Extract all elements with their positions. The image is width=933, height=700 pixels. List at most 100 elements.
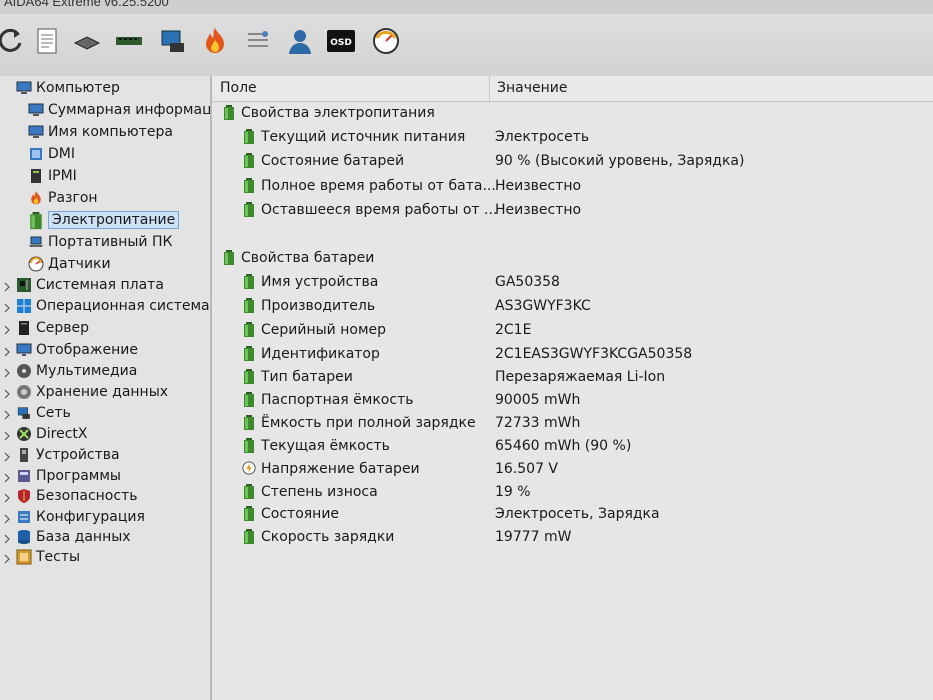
toolbar-user-button[interactable]: [283, 26, 317, 60]
row-field-label: Идентификатор: [261, 346, 380, 362]
row-value: Электросеть, Зарядка: [495, 506, 660, 522]
expand-icon[interactable]: [2, 345, 12, 357]
computer-icon: [28, 124, 44, 140]
server-icon: [16, 320, 32, 336]
table-row[interactable]: Состояние Электросеть, Зарядка: [212, 506, 933, 528]
toolbar-refresh-button[interactable]: [0, 26, 28, 60]
tree-item[interactable]: Безопасность: [2, 486, 137, 506]
tree-item[interactable]: Операционная система: [2, 296, 210, 316]
toolbar-checklist-button[interactable]: [241, 26, 275, 60]
row-value: AS3GWYF3KC: [495, 298, 591, 314]
tree-item[interactable]: База данных: [2, 527, 131, 547]
toolbar-cpu-chip-button[interactable]: [70, 26, 104, 60]
expand-icon[interactable]: [2, 552, 12, 564]
expand-icon[interactable]: [2, 366, 12, 378]
navigation-tree[interactable]: Компьютер Суммарная информац Имя компьютер…: [0, 76, 212, 700]
expand-icon[interactable]: [2, 280, 12, 292]
toolbar-osd-button[interactable]: OSD: [324, 26, 358, 60]
table-row[interactable]: Оставшееся время работы от ... Неизвестно: [212, 202, 933, 224]
tree-item-label: Портативный ПК: [48, 234, 173, 250]
expand-icon[interactable]: [2, 301, 12, 313]
tree-item[interactable]: Суммарная информац: [28, 100, 210, 120]
table-row[interactable]: Тип батареи Перезаряжаемая Li-Ion: [212, 369, 933, 391]
tree-item[interactable]: Системная плата: [2, 275, 164, 295]
row-value: 19777 mW: [495, 529, 572, 545]
table-row[interactable]: Состояние батарей 90 % (Высокий уровень, …: [212, 153, 933, 175]
tree-item-label: Имя компьютера: [48, 124, 173, 140]
tree-item[interactable]: Электропитание: [28, 210, 180, 230]
expand-icon[interactable]: [2, 323, 12, 335]
battery-icon: [242, 202, 256, 218]
expand-icon[interactable]: [2, 471, 12, 483]
row-value: Перезаряжаемая Li-Ion: [495, 369, 666, 385]
tree-item-label: Безопасность: [36, 488, 138, 504]
row-field-label: Текущий источник питания: [261, 129, 466, 145]
battery-icon: [222, 105, 236, 121]
table-row[interactable]: Паспортная ёмкость 90005 mWh: [212, 392, 933, 414]
toolbar-memory-button[interactable]: [112, 26, 146, 60]
row-field-label: Степень износа: [261, 484, 378, 500]
row-field-label: Паспортная ёмкость: [261, 392, 414, 408]
table-row[interactable]: Ёмкость при полной зарядке 72733 mWh: [212, 415, 933, 437]
battery-icon: [242, 322, 256, 338]
expand-icon[interactable]: [2, 429, 12, 441]
tree-item[interactable]: Отображение: [2, 340, 138, 360]
tree-item[interactable]: Компьютер: [2, 78, 120, 98]
table-row[interactable]: Производитель AS3GWYF3KC: [212, 298, 933, 320]
toolbar-flame-button[interactable]: [198, 26, 232, 60]
toolbar-report-button[interactable]: [30, 26, 64, 60]
table-group-row[interactable]: Свойства батареи: [212, 250, 933, 272]
table-row[interactable]: Текущая ёмкость 65460 mWh (90 %): [212, 438, 933, 460]
tree-item[interactable]: Конфигурация: [2, 507, 145, 527]
tree-item[interactable]: Устройства: [2, 445, 120, 465]
toolbar-network-button[interactable]: [156, 26, 190, 60]
table-row[interactable]: Идентификатор 2C1EAS3GWYF3KCGA50358: [212, 346, 933, 368]
tree-item[interactable]: Датчики: [28, 254, 111, 274]
table-row[interactable]: Полное время работы от бата... Неизвестно: [212, 178, 933, 200]
battery-icon: [242, 369, 256, 385]
tree-item[interactable]: Имя компьютера: [28, 122, 173, 142]
table-row[interactable]: Скорость зарядки 19777 mW: [212, 529, 933, 551]
row-value: 2C1EAS3GWYF3KCGA50358: [495, 346, 693, 362]
battery-icon: [222, 250, 236, 266]
tree-item[interactable]: Программы: [2, 466, 121, 486]
tree-item[interactable]: DirectX: [2, 424, 88, 444]
tree-item[interactable]: Сеть: [2, 403, 71, 423]
tree-item[interactable]: Мультимедиа: [2, 361, 137, 381]
expand-icon[interactable]: [2, 491, 12, 503]
battery-icon: [242, 178, 256, 194]
battery-icon: [242, 298, 256, 314]
expand-icon[interactable]: [2, 408, 12, 420]
battery-icon: [242, 346, 256, 362]
tree-item[interactable]: Разгон: [28, 188, 98, 208]
row-value: Неизвестно: [495, 202, 582, 218]
table-row[interactable]: Напряжение батареи 16.507 V: [212, 461, 933, 483]
table-row[interactable]: Серийный номер 2C1E: [212, 322, 933, 344]
tree-item[interactable]: DMI: [28, 144, 75, 164]
expand-icon[interactable]: [2, 532, 12, 544]
expand-icon[interactable]: [2, 512, 12, 524]
expand-icon[interactable]: [2, 450, 12, 462]
table-row[interactable]: Имя устройства GA50358: [212, 274, 933, 296]
table-row[interactable]: Текущий источник питания Электросеть: [212, 129, 933, 151]
toolbar: OSD: [0, 14, 933, 76]
tree-item-label: Конфигурация: [36, 509, 145, 525]
tree-item[interactable]: Тесты: [2, 547, 80, 567]
tree-item[interactable]: Портативный ПК: [28, 232, 172, 252]
checklist-icon: [243, 26, 273, 60]
expand-icon[interactable]: [2, 387, 12, 399]
flame-icon: [200, 26, 230, 60]
row-field-label: Серийный номер: [261, 322, 387, 338]
column-header-field[interactable]: Поле: [220, 80, 257, 96]
column-header-value[interactable]: Значение: [497, 80, 567, 96]
toolbar-gauge-button[interactable]: [369, 26, 403, 60]
row-field-label: Текущая ёмкость: [261, 438, 390, 454]
directx-icon: [16, 426, 32, 442]
column-divider[interactable]: [489, 76, 490, 102]
table-row[interactable]: Степень износа 19 %: [212, 484, 933, 506]
tree-item[interactable]: IPMI: [28, 166, 77, 186]
tree-item[interactable]: Сервер: [2, 318, 89, 338]
table-group-row[interactable]: Свойства электропитания: [212, 105, 933, 127]
tree-item[interactable]: Хранение данных: [2, 382, 168, 402]
cpu-chip-icon: [72, 26, 102, 60]
